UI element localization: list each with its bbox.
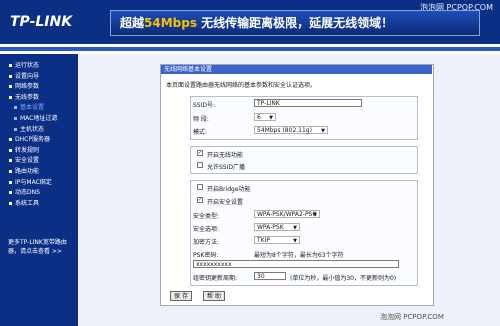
bullet-icon (9, 148, 12, 152)
sidebar-item[interactable]: 基本设置 (14, 102, 44, 111)
bullet-icon (9, 159, 12, 163)
slogan-post: 无线传输距离极限，延展无线领域！ (196, 16, 394, 30)
sidebar-item-label: 系统工具 (15, 199, 40, 207)
bullet-icon (9, 85, 12, 89)
chevron-down-icon: ▼ (269, 115, 273, 121)
enable-bridge-checkbox[interactable] (197, 184, 203, 190)
security-section (190, 180, 418, 286)
slogan-pre: 超越 (120, 16, 145, 30)
sidebar-item-label: 网络参数 (15, 83, 40, 91)
bullet-icon (9, 64, 12, 67)
banner-slogan: 超越54Mbps 无线传输距离极限，延展无线领域！ (120, 14, 393, 31)
sidebar-item-label: 运行状态 (15, 62, 40, 69)
save-button[interactable]: 保 存 (170, 291, 192, 301)
mode-value: 54Mbps (802.11g) (257, 127, 312, 134)
bullet-icon (9, 95, 12, 99)
chevron-down-icon: ▼ (293, 238, 297, 244)
panel-title: 无线网络基本设置 (161, 65, 432, 74)
sidebar-item[interactable]: 转发规则 (9, 145, 39, 154)
group-key-input[interactable]: 30 (254, 272, 286, 280)
security-type-value: WPA-PSK/WPA2-PSK (257, 211, 317, 218)
sidebar-more-line1: 更多TP-LINK宽带路由 (8, 239, 67, 246)
channel-value: 6 (257, 114, 261, 121)
tp-link-logo: TP-LINK (10, 14, 73, 30)
chevron-down-icon: ▼ (313, 212, 317, 218)
bullet-icon (9, 170, 12, 173)
psk-label: PSK密码: (193, 252, 219, 259)
sidebar-item-label: 转发规则 (15, 146, 40, 154)
allow-ssid-label: 允许SSID广播 (207, 164, 246, 171)
encryption-value: TKIP (257, 237, 270, 244)
help-button[interactable]: 帮 助 (203, 291, 225, 301)
footer-watermark: 泡泡网 PCPOP.COM (380, 313, 444, 321)
sidebar-item[interactable]: 系统工具 (9, 198, 39, 207)
sidebar-item[interactable]: MAC地址过滤 (14, 113, 57, 122)
sidebar-item[interactable]: 主机状态 (14, 124, 44, 133)
enable-security-checkbox[interactable]: ✓ (197, 197, 203, 203)
sidebar-item[interactable]: 网络参数 (9, 81, 39, 90)
security-type-select[interactable]: WPA-PSK/WPA2-PSK ▼ (254, 210, 320, 218)
sidebar-item[interactable]: DHCP服务器 (9, 134, 50, 143)
security-option-label: 安全选项: (193, 226, 220, 233)
sidebar-item[interactable]: 运行状态 (9, 60, 39, 69)
sidebar-item[interactable]: 设置向导 (9, 71, 39, 80)
group-key-hint: (单位为秒，最小值为30，不更新则为0) (290, 275, 397, 282)
panel-intro: 本页面设置路由器无线网络的基本参数和安全认证选项。 (166, 82, 317, 89)
enable-bridge-label: 开启Bridge功能 (207, 186, 251, 193)
mode-select[interactable]: 54Mbps (802.11g) ▼ (254, 126, 328, 134)
sidebar-item[interactable]: 无线参数 (9, 92, 39, 101)
bullet-icon (9, 74, 12, 78)
ssid-input[interactable]: TP-LINK (254, 99, 362, 107)
bullet-icon (9, 138, 12, 142)
ssid-label: SSID号: (193, 102, 216, 109)
security-option-select[interactable]: WPA-PSK ▼ (254, 223, 300, 231)
security-option-value: WPA-PSK (257, 224, 284, 231)
sidebar-item-label: DHCP服务器 (15, 136, 50, 144)
sidebar-item-label: 设置向导 (15, 72, 40, 80)
allow-ssid-checkbox[interactable] (197, 162, 203, 168)
psk-hint: 最短为8个字符，最长为63个字符 (254, 252, 344, 259)
sidebar-item-label: 主机状态 (20, 125, 45, 133)
encryption-select[interactable]: TKIP ▼ (254, 236, 300, 244)
sidebar-item[interactable]: 动态DNS (9, 187, 40, 196)
mode-label: 模式: (193, 129, 208, 136)
enable-wireless-checkbox[interactable]: ✓ (197, 150, 203, 156)
enable-security-label: 开启安全设置 (207, 199, 244, 206)
sidebar-item[interactable]: IP与MAC绑定 (9, 177, 52, 186)
header-stripe-bar (0, 47, 500, 51)
bullet-icon (14, 127, 17, 131)
encryption-label: 加密方法: (193, 239, 220, 246)
sidebar-item-label: 基本设置 (20, 104, 45, 112)
slogan-highlight: 54Mbps (144, 16, 197, 30)
channel-label: 频 段: (193, 116, 209, 123)
enable-wireless-label: 开启无线功能 (207, 152, 244, 159)
sidebar-more-line2: 器，请点击查看 >> (8, 248, 62, 255)
bullet-icon (9, 201, 12, 205)
security-type-label: 安全类型: (193, 213, 220, 220)
sidebar-item-label: IP与MAC绑定 (15, 178, 52, 186)
psk-input[interactable]: xxxxxxxxxx (193, 260, 399, 268)
channel-select[interactable]: 6 ▼ (254, 113, 276, 121)
sidebar-item[interactable]: 路由功能 (9, 166, 39, 175)
bullet-icon (14, 106, 17, 110)
sidebar-item-label: MAC地址过滤 (20, 115, 58, 122)
sidebar-item-label: 无线参数 (15, 93, 40, 101)
group-key-label: 组密钥更新周期: (193, 275, 238, 282)
sidebar-more-link[interactable]: 更多TP-LINK宽带路由 器，请点击查看 >> (8, 238, 80, 256)
bullet-icon (9, 191, 12, 195)
sidebar-item[interactable]: 安全设置 (9, 155, 39, 164)
chevron-down-icon: ▼ (321, 128, 325, 134)
bullet-icon (14, 117, 17, 120)
sidebar-item-label: 路由功能 (15, 168, 40, 175)
bullet-icon (9, 180, 12, 184)
chevron-down-icon: ▼ (293, 225, 297, 231)
sidebar-item-label: 动态DNS (15, 189, 40, 197)
sidebar-item-label: 安全设置 (15, 157, 40, 165)
